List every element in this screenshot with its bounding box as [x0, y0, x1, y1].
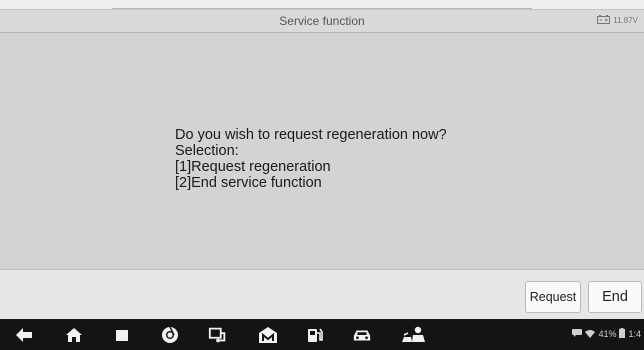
vci-connect-icon[interactable]	[208, 325, 228, 345]
top-bezel	[0, 0, 644, 10]
voltage-value: 11.87V	[613, 16, 638, 25]
dialog-message: Do you wish to request regeneration now?…	[175, 127, 447, 191]
request-button[interactable]: Request	[525, 281, 581, 313]
dialog-option-1: [1]Request regeneration	[175, 159, 331, 175]
vehicle-voltage: 11.87V	[597, 15, 638, 26]
mechanic-icon[interactable]	[400, 325, 428, 345]
dialog-selection-label: Selection:	[175, 143, 239, 159]
clock: 1:4	[628, 329, 641, 339]
end-button[interactable]: End	[588, 281, 642, 313]
action-bar: Request End	[0, 269, 644, 320]
car-icon[interactable]	[352, 325, 372, 345]
battery-percent: 41%	[598, 329, 617, 339]
battery-icon	[619, 328, 626, 340]
home-icon[interactable]	[64, 325, 84, 345]
wifi-icon	[585, 329, 596, 340]
message-area: Do you wish to request regeneration now?…	[0, 33, 644, 269]
title-bar: Service function 11.87V	[0, 10, 644, 33]
dialog-question: Do you wish to request regeneration now?	[175, 127, 447, 143]
page-title: Service function	[279, 14, 365, 28]
chrome-icon[interactable]	[160, 325, 180, 345]
autel-m-icon[interactable]	[258, 325, 278, 345]
top-bezel-notch	[112, 0, 532, 9]
back-icon[interactable]	[14, 325, 34, 345]
recent-apps-icon[interactable]	[112, 325, 132, 345]
car-battery-icon	[597, 15, 611, 26]
fuel-icon[interactable]	[305, 325, 325, 345]
status-area: 41% 1:4	[572, 328, 641, 340]
message-icon	[572, 329, 583, 339]
dialog-option-2: [2]End service function	[175, 175, 322, 191]
android-nav-bar: 41% 1:4	[0, 319, 644, 350]
